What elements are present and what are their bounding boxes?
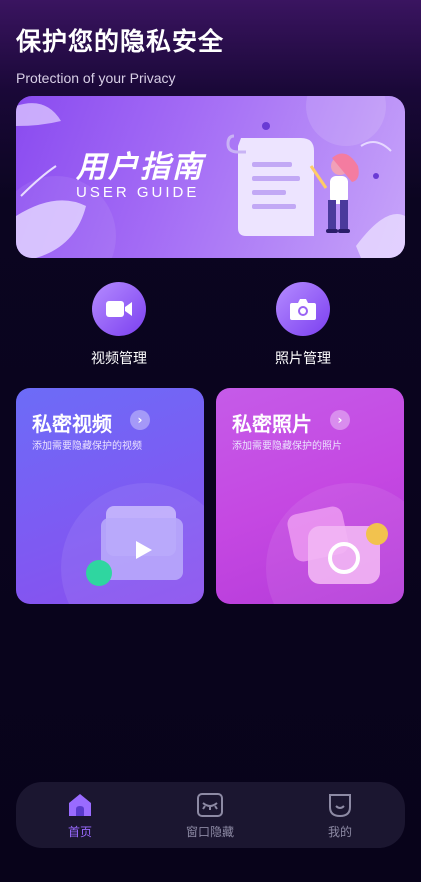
tab-window-hide-label: 窗口隐藏	[185, 825, 234, 839]
tab-home[interactable]: 首页	[40, 792, 120, 840]
private-photo-card[interactable]: 私密照片 › 添加需要隐藏保护的照片	[216, 388, 404, 604]
private-photo-desc: 添加需要隐藏保护的照片	[232, 441, 342, 452]
page-subtitle: Protection of your Privacy	[16, 70, 176, 86]
private-video-title: 私密视频	[32, 412, 112, 436]
camera-icon	[276, 282, 330, 336]
tab-window-hide[interactable]: 窗口隐藏	[170, 792, 250, 840]
video-manage-label: 视频管理	[91, 351, 147, 367]
chevron-right-icon: ›	[130, 410, 150, 430]
banner-subtitle: USER GUIDE	[76, 184, 200, 201]
chevron-right-icon: ›	[330, 410, 350, 430]
profile-face-icon	[329, 794, 351, 818]
tab-mine-label: 我的	[327, 825, 352, 839]
banner-title: 用户指南	[76, 150, 204, 185]
tab-mine[interactable]: 我的	[300, 792, 380, 840]
private-photo-title: 私密照片	[232, 412, 312, 436]
private-video-desc: 添加需要隐藏保护的视频	[32, 441, 142, 452]
private-video-card[interactable]: 私密视频 › 添加需要隐藏保护的视频	[16, 388, 204, 604]
bottom-tab-bar: 首页 窗口隐藏 我的	[16, 782, 405, 848]
tab-home-label: 首页	[67, 825, 92, 839]
banner-illustration	[16, 96, 405, 258]
photo-manage-label: 照片管理	[275, 351, 331, 367]
photo-manage-button[interactable]: 照片管理	[243, 282, 363, 368]
video-camera-icon	[92, 282, 146, 336]
closed-eye-window-icon	[197, 793, 223, 817]
video-manage-button[interactable]: 视频管理	[59, 282, 179, 368]
page-header: 保护您的隐私安全 Protection of your Privacy	[16, 22, 224, 86]
page-title: 保护您的隐私安全	[16, 27, 225, 56]
home-icon	[69, 794, 91, 816]
user-guide-banner[interactable]: 用户指南 USER GUIDE	[16, 96, 405, 258]
